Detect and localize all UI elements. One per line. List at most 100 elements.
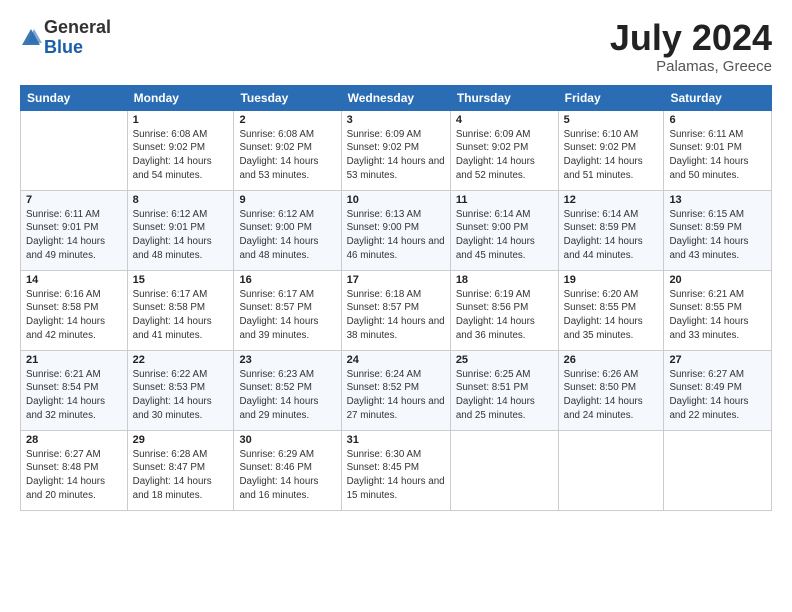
table-row: 13 Sunrise: 6:15 AM Sunset: 8:59 PM Dayl…: [664, 190, 772, 270]
daylight-label: Daylight: 14 hours and 27 minutes.: [347, 396, 445, 421]
day-number: 13: [669, 194, 766, 206]
daylight-label: Daylight: 14 hours and 24 minutes.: [564, 396, 643, 421]
sunset-label: Sunset:: [133, 302, 169, 313]
sunrise-label: Sunrise:: [133, 209, 172, 220]
table-row: [21, 110, 128, 190]
sunset-label: Sunset:: [564, 142, 600, 153]
header: General Blue July 2024 Palamas, Greece: [20, 18, 772, 75]
day-info: Sunrise: 6:21 AM Sunset: 8:55 PM Dayligh…: [669, 288, 766, 343]
day-info: Sunrise: 6:17 AM Sunset: 8:57 PM Dayligh…: [239, 288, 335, 343]
day-info: Sunrise: 6:12 AM Sunset: 9:00 PM Dayligh…: [239, 208, 335, 263]
table-row: 5 Sunrise: 6:10 AM Sunset: 9:02 PM Dayli…: [558, 110, 664, 190]
sunset-label: Sunset:: [26, 462, 62, 473]
sunset-time: 9:01 PM: [705, 142, 742, 153]
sunset-time: 8:59 PM: [705, 222, 742, 233]
sunset-label: Sunset:: [239, 382, 275, 393]
sunset-time: 8:56 PM: [492, 302, 529, 313]
day-info: Sunrise: 6:25 AM Sunset: 8:51 PM Dayligh…: [456, 368, 553, 423]
day-number: 12: [564, 194, 659, 206]
sunrise-time: 6:08 AM: [171, 129, 207, 140]
sunrise-label: Sunrise:: [669, 369, 708, 380]
sunrise-label: Sunrise:: [456, 129, 495, 140]
table-row: 28 Sunrise: 6:27 AM Sunset: 8:48 PM Dayl…: [21, 430, 128, 510]
day-info: Sunrise: 6:11 AM Sunset: 9:01 PM Dayligh…: [26, 208, 122, 263]
sunset-time: 8:58 PM: [62, 302, 99, 313]
sunset-time: 9:02 PM: [275, 142, 312, 153]
day-number: 6: [669, 114, 766, 126]
daylight-label: Daylight: 14 hours and 43 minutes.: [669, 236, 748, 261]
sunset-time: 9:00 PM: [383, 222, 420, 233]
sunrise-label: Sunrise:: [26, 209, 65, 220]
sunrise-time: 6:15 AM: [708, 209, 744, 220]
daylight-label: Daylight: 14 hours and 38 minutes.: [347, 316, 445, 341]
table-row: 31 Sunrise: 6:30 AM Sunset: 8:45 PM Dayl…: [341, 430, 450, 510]
sunset-label: Sunset:: [133, 462, 169, 473]
sunrise-label: Sunrise:: [239, 209, 278, 220]
daylight-label: Daylight: 14 hours and 51 minutes.: [564, 156, 643, 181]
daylight-label: Daylight: 14 hours and 42 minutes.: [26, 316, 105, 341]
daylight-label: Daylight: 14 hours and 22 minutes.: [669, 396, 748, 421]
logo-blue-text: Blue: [44, 37, 83, 57]
daylight-label: Daylight: 14 hours and 48 minutes.: [133, 236, 212, 261]
daylight-label: Daylight: 14 hours and 30 minutes.: [133, 396, 212, 421]
sunrise-time: 6:30 AM: [385, 449, 421, 460]
calendar-week-row: 21 Sunrise: 6:21 AM Sunset: 8:54 PM Dayl…: [21, 350, 772, 430]
col-sunday: Sunday: [21, 85, 128, 110]
sunrise-label: Sunrise:: [133, 129, 172, 140]
calendar-page: General Blue July 2024 Palamas, Greece S…: [0, 0, 792, 612]
sunset-time: 8:45 PM: [383, 462, 420, 473]
day-info: Sunrise: 6:23 AM Sunset: 8:52 PM Dayligh…: [239, 368, 335, 423]
sunset-label: Sunset:: [456, 222, 492, 233]
sunrise-label: Sunrise:: [239, 369, 278, 380]
sunset-label: Sunset:: [347, 382, 383, 393]
sunrise-time: 6:28 AM: [171, 449, 207, 460]
day-number: 17: [347, 274, 445, 286]
sunset-label: Sunset:: [456, 302, 492, 313]
sunset-label: Sunset:: [26, 222, 62, 233]
day-number: 7: [26, 194, 122, 206]
table-row: 27 Sunrise: 6:27 AM Sunset: 8:49 PM Dayl…: [664, 350, 772, 430]
calendar-week-row: 1 Sunrise: 6:08 AM Sunset: 9:02 PM Dayli…: [21, 110, 772, 190]
table-row: [450, 430, 558, 510]
table-row: 14 Sunrise: 6:16 AM Sunset: 8:58 PM Dayl…: [21, 270, 128, 350]
daylight-label: Daylight: 14 hours and 45 minutes.: [456, 236, 535, 261]
day-info: Sunrise: 6:14 AM Sunset: 9:00 PM Dayligh…: [456, 208, 553, 263]
sunrise-label: Sunrise:: [347, 129, 386, 140]
sunset-time: 9:02 PM: [492, 142, 529, 153]
sunrise-label: Sunrise:: [347, 209, 386, 220]
sunrise-time: 6:14 AM: [494, 209, 530, 220]
sunrise-label: Sunrise:: [347, 369, 386, 380]
day-info: Sunrise: 6:15 AM Sunset: 8:59 PM Dayligh…: [669, 208, 766, 263]
col-saturday: Saturday: [664, 85, 772, 110]
day-info: Sunrise: 6:11 AM Sunset: 9:01 PM Dayligh…: [669, 128, 766, 183]
day-number: 28: [26, 434, 122, 446]
calendar-header-row: Sunday Monday Tuesday Wednesday Thursday…: [21, 85, 772, 110]
sunset-label: Sunset:: [347, 222, 383, 233]
sunrise-label: Sunrise:: [456, 369, 495, 380]
day-info: Sunrise: 6:26 AM Sunset: 8:50 PM Dayligh…: [564, 368, 659, 423]
table-row: 16 Sunrise: 6:17 AM Sunset: 8:57 PM Dayl…: [234, 270, 341, 350]
sunrise-label: Sunrise:: [133, 289, 172, 300]
sunset-time: 8:57 PM: [275, 302, 312, 313]
daylight-label: Daylight: 14 hours and 32 minutes.: [26, 396, 105, 421]
daylight-label: Daylight: 14 hours and 53 minutes.: [239, 156, 318, 181]
sunset-label: Sunset:: [239, 222, 275, 233]
sunset-time: 8:50 PM: [600, 382, 637, 393]
sunset-label: Sunset:: [564, 222, 600, 233]
day-number: 16: [239, 274, 335, 286]
day-number: 8: [133, 194, 229, 206]
day-info: Sunrise: 6:08 AM Sunset: 9:02 PM Dayligh…: [239, 128, 335, 183]
sunset-label: Sunset:: [347, 462, 383, 473]
calendar-week-row: 28 Sunrise: 6:27 AM Sunset: 8:48 PM Dayl…: [21, 430, 772, 510]
sunset-label: Sunset:: [26, 302, 62, 313]
day-number: 18: [456, 274, 553, 286]
logo-icon: [20, 27, 42, 49]
day-info: Sunrise: 6:09 AM Sunset: 9:02 PM Dayligh…: [456, 128, 553, 183]
sunset-label: Sunset:: [669, 302, 705, 313]
day-number: 30: [239, 434, 335, 446]
day-info: Sunrise: 6:30 AM Sunset: 8:45 PM Dayligh…: [347, 448, 445, 503]
day-info: Sunrise: 6:29 AM Sunset: 8:46 PM Dayligh…: [239, 448, 335, 503]
daylight-label: Daylight: 14 hours and 44 minutes.: [564, 236, 643, 261]
sunset-time: 8:59 PM: [600, 222, 637, 233]
sunrise-time: 6:27 AM: [708, 369, 744, 380]
